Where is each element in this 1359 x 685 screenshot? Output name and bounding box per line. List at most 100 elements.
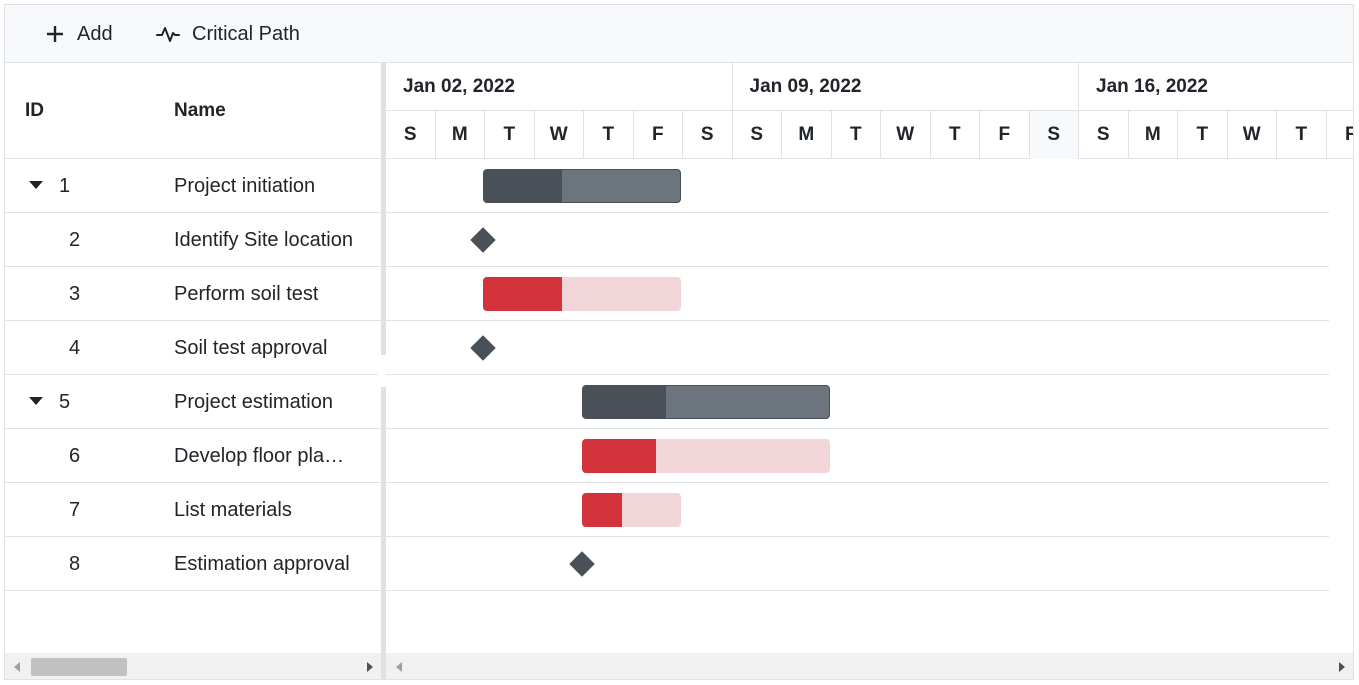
task-progress <box>582 439 657 473</box>
add-button-label: Add <box>77 22 113 45</box>
table-row[interactable]: 5 Project estimation <box>5 375 381 429</box>
task-progress <box>583 386 667 418</box>
table-row[interactable]: 8 Estimation approval <box>5 537 381 591</box>
chart-body <box>386 159 1353 591</box>
day-header: T <box>584 111 634 159</box>
chart-row <box>386 537 1329 591</box>
task-id: 3 <box>69 282 81 305</box>
day-header: W <box>535 111 584 159</box>
week-header: Jan 09, 2022 <box>733 63 1079 111</box>
chart-row <box>386 429 1329 483</box>
chart-row <box>386 267 1329 321</box>
critical-path-button[interactable]: Critical Path <box>156 5 300 63</box>
task-bar[interactable] <box>582 439 830 473</box>
task-progress <box>582 493 622 527</box>
table-row[interactable]: 6 Develop floor pla… <box>5 429 381 483</box>
task-grid: ID Name 1 Project initiation 2 Identify Sit… <box>5 63 381 679</box>
table-row[interactable]: 7 List materials <box>5 483 381 537</box>
task-name: Develop floor pla… <box>174 429 370 483</box>
summary-task-bar[interactable] <box>483 169 681 203</box>
table-row[interactable]: 4 Soil test approval <box>5 321 381 375</box>
column-header-name[interactable]: Name <box>174 63 226 159</box>
day-header: S <box>1079 111 1129 159</box>
grid-body: 1 Project initiation 2 Identify Site locati… <box>5 159 381 591</box>
table-row[interactable]: 3 Perform soil test <box>5 267 381 321</box>
summary-task-bar[interactable] <box>582 385 830 419</box>
task-name-text: Project estimation <box>174 390 333 413</box>
day-header: M <box>1129 111 1178 159</box>
timeline-days: SMTWTFSSMTWTFSSMTWTF <box>386 111 1353 159</box>
gantt-chart: Add Critical Path ID Name 1 Project initi… <box>4 4 1354 680</box>
task-name: Identify Site location <box>174 213 370 267</box>
task-name: Soil test approval <box>174 321 370 375</box>
week-header: Jan 02, 2022 <box>386 63 733 111</box>
table-row[interactable]: 2 Identify Site location <box>5 213 381 267</box>
column-header-id[interactable]: ID <box>25 63 44 159</box>
milestone-marker[interactable] <box>569 551 595 577</box>
day-header: F <box>980 111 1030 159</box>
chart-row <box>386 321 1329 375</box>
day-header: W <box>1228 111 1277 159</box>
task-id: 6 <box>69 444 81 467</box>
chart-horizontal-scrollbar[interactable] <box>386 653 1353 679</box>
collapse-caret-icon[interactable] <box>29 397 43 405</box>
day-header: M <box>782 111 832 159</box>
task-name-text: Soil test approval <box>174 336 328 359</box>
task-progress <box>483 277 563 311</box>
timeline-weeks: Jan 02, 2022 Jan 09, 2022 Jan 16, 2022 <box>386 63 1353 111</box>
task-name: Estimation approval <box>174 537 370 591</box>
day-header: S <box>733 111 782 159</box>
task-name-text: Perform soil test <box>174 282 319 305</box>
scrollbar-thumb[interactable] <box>31 658 127 676</box>
task-id: 7 <box>69 498 81 521</box>
grid-header: ID Name <box>5 63 381 159</box>
task-name: List materials <box>174 483 370 537</box>
day-header: M <box>436 111 485 159</box>
task-name: Project estimation <box>174 375 370 429</box>
task-progress <box>484 170 563 202</box>
chart-row <box>386 213 1329 267</box>
task-id: 4 <box>69 336 81 359</box>
day-header: S <box>386 111 436 159</box>
task-name-text: Identify Site location <box>174 228 353 251</box>
chart-row <box>386 159 1329 213</box>
day-header: T <box>931 111 980 159</box>
day-header: F <box>634 111 683 159</box>
task-id: 1 <box>59 174 71 197</box>
day-header: T <box>832 111 881 159</box>
task-name-text: Develop floor pla… <box>174 444 345 467</box>
scroll-left-icon[interactable] <box>396 662 402 672</box>
task-id: 5 <box>59 390 71 413</box>
day-header: T <box>485 111 535 159</box>
table-row[interactable]: 1 Project initiation <box>5 159 381 213</box>
task-bar[interactable] <box>483 277 681 311</box>
plus-icon <box>47 26 63 42</box>
scroll-right-icon[interactable] <box>367 662 373 672</box>
scroll-left-icon[interactable] <box>14 662 20 672</box>
chart-row <box>386 375 1329 429</box>
milestone-marker[interactable] <box>470 335 496 361</box>
task-bar[interactable] <box>582 493 681 527</box>
task-id: 8 <box>69 552 81 575</box>
task-name: Perform soil test <box>174 267 370 321</box>
toolbar: Add Critical Path <box>5 5 1353 63</box>
milestone-marker[interactable] <box>470 227 496 253</box>
collapse-caret-icon[interactable] <box>29 181 43 189</box>
day-header: T <box>1277 111 1327 159</box>
task-id: 2 <box>69 228 81 251</box>
day-header: W <box>881 111 931 159</box>
day-header: T <box>1178 111 1228 159</box>
scroll-right-icon[interactable] <box>1339 662 1345 672</box>
week-header: Jan 16, 2022 <box>1079 63 1353 111</box>
add-button[interactable]: Add <box>45 5 113 63</box>
grid-horizontal-scrollbar[interactable] <box>5 653 381 679</box>
task-name: Project initiation <box>174 159 370 213</box>
day-header: S <box>1029 111 1079 159</box>
chart-pane: Jan 02, 2022 Jan 09, 2022 Jan 16, 2022 SMT… <box>386 63 1353 679</box>
day-header: F <box>1327 111 1353 159</box>
task-name-text: List materials <box>174 498 292 521</box>
task-name-text: Project initiation <box>174 174 316 197</box>
task-name-text: Estimation approval <box>174 552 350 575</box>
critical-path-label: Critical Path <box>192 22 300 45</box>
pulse-icon <box>156 27 180 42</box>
